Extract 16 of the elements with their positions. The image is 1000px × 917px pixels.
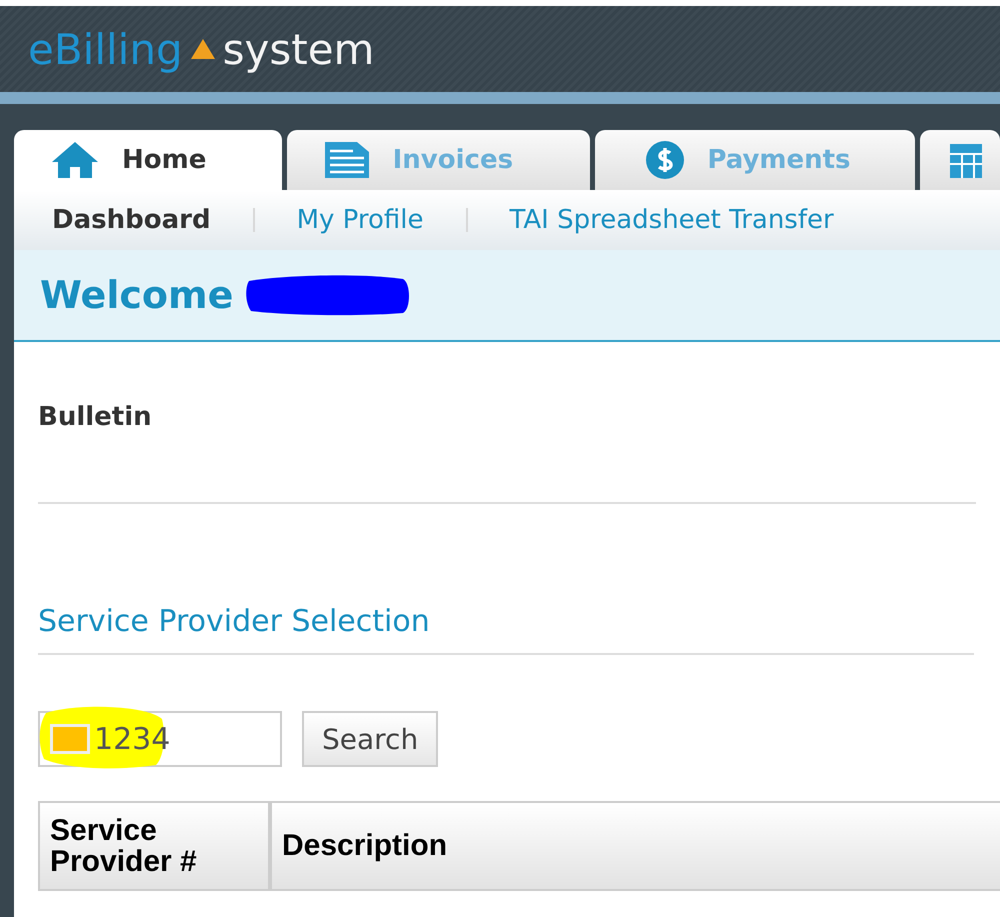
welcome-title: Welcome xyxy=(40,273,234,317)
triangle-icon xyxy=(188,37,217,61)
house-icon xyxy=(50,140,100,180)
nav-tab[interactable]: Home xyxy=(14,130,282,190)
dollar-icon xyxy=(645,140,686,180)
bulletin-label: Bulletin xyxy=(38,402,153,432)
search-button[interactable]: Search xyxy=(302,711,438,767)
column-header: Description xyxy=(270,801,1000,891)
section-title: Service Provider Selection xyxy=(38,604,431,639)
subnav-link[interactable]: Dashboard xyxy=(52,205,211,235)
redaction-square xyxy=(50,724,90,754)
column-header: Service Provider # xyxy=(38,801,270,891)
document-icon xyxy=(322,140,371,180)
logo-brand: eBilling xyxy=(28,24,183,74)
nav-tab[interactable] xyxy=(920,130,1000,190)
logo-product: system xyxy=(222,24,374,74)
